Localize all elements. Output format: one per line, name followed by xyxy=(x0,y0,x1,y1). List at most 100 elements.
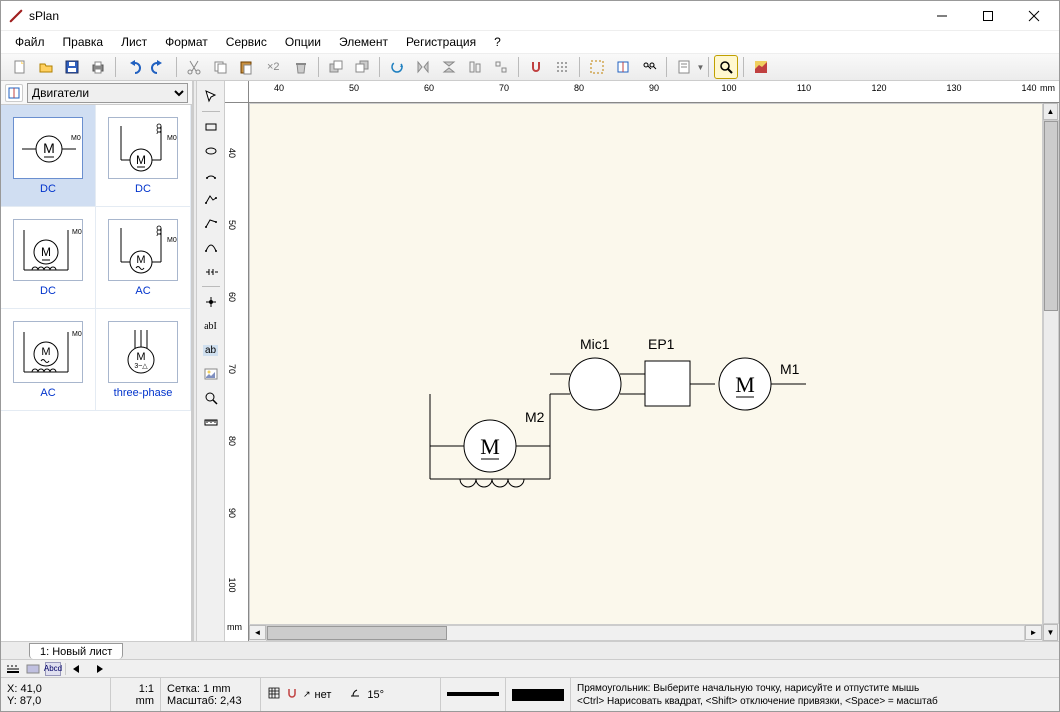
image-tool[interactable] xyxy=(200,363,222,385)
text-style-icon[interactable]: Abcd xyxy=(45,662,61,676)
component-mic1[interactable]: Mic1 xyxy=(550,336,645,410)
new-button[interactable] xyxy=(8,55,32,79)
preview-button[interactable] xyxy=(749,55,773,79)
textbox-tool[interactable]: ab xyxy=(200,339,222,361)
flip-h-button[interactable] xyxy=(411,55,435,79)
arrow-left-icon[interactable] xyxy=(70,662,86,676)
menu-element[interactable]: Элемент xyxy=(331,33,396,51)
coord-x: X: 41,0 xyxy=(7,683,104,695)
sheet-tab-1[interactable]: 1: Новый лист xyxy=(29,643,123,659)
angle-icon[interactable] xyxy=(349,686,363,703)
delete-button[interactable] xyxy=(289,55,313,79)
copy-button[interactable] xyxy=(208,55,232,79)
scroll-right-button[interactable]: ► xyxy=(1025,625,1042,640)
fill-style-icon[interactable] xyxy=(25,662,41,676)
canvas-area: 40 50 60 70 80 90 100 110 120 130 140 mm… xyxy=(225,81,1059,641)
menu-file[interactable]: Файл xyxy=(7,33,53,51)
send-back-button[interactable] xyxy=(350,55,374,79)
scale-unit: mm xyxy=(117,695,154,707)
component-button[interactable] xyxy=(585,55,609,79)
category-dropdown[interactable]: Двигатели xyxy=(27,83,188,103)
window-title: sPlan xyxy=(29,9,919,23)
component-ep1[interactable]: EP1 xyxy=(645,336,715,406)
grid-icon[interactable] xyxy=(267,686,281,703)
menu-format[interactable]: Формат xyxy=(157,33,216,51)
text-tool[interactable]: abI xyxy=(200,315,222,337)
component-m1[interactable]: M M1 xyxy=(719,358,806,410)
measure-tool[interactable] xyxy=(200,411,222,433)
search-button[interactable] xyxy=(637,55,661,79)
vscroll-track[interactable] xyxy=(1043,120,1059,624)
canvas[interactable]: M M2 Mic1 xyxy=(249,103,1042,641)
open-button[interactable] xyxy=(34,55,58,79)
menu-help[interactable]: ? xyxy=(486,33,509,51)
bezier-tool[interactable] xyxy=(200,236,222,258)
distribute-button[interactable] xyxy=(489,55,513,79)
menu-edit[interactable]: Правка xyxy=(55,33,112,51)
component-item-ac1[interactable]: MM0 AC xyxy=(96,207,191,309)
print-button[interactable] xyxy=(86,55,110,79)
component-item-dc3[interactable]: MM0 DC xyxy=(1,207,96,309)
zoom-button[interactable] xyxy=(714,55,738,79)
component-m2[interactable]: M M2 xyxy=(430,394,550,487)
component-item-ac2[interactable]: MM0 AC xyxy=(1,309,96,411)
menu-sheet[interactable]: Лист xyxy=(113,33,155,51)
node-tool[interactable] xyxy=(200,291,222,313)
svg-text:M2: M2 xyxy=(525,409,545,425)
menubar: Файл Правка Лист Формат Сервис Опции Эле… xyxy=(1,31,1059,53)
magnify-tool[interactable] xyxy=(200,387,222,409)
rotate-button[interactable] xyxy=(385,55,409,79)
close-button[interactable] xyxy=(1011,1,1057,31)
arc-tool[interactable] xyxy=(200,164,222,186)
scroll-down-button[interactable]: ▼ xyxy=(1043,624,1058,641)
svg-text:M: M xyxy=(43,140,55,156)
special-tool[interactable] xyxy=(200,260,222,282)
menu-service[interactable]: Сервис xyxy=(218,33,275,51)
library-icon[interactable] xyxy=(5,84,23,102)
component-label: AC xyxy=(40,387,55,399)
component-item-dc2[interactable]: MM0 DC xyxy=(96,105,191,207)
page-button[interactable] xyxy=(672,55,696,79)
select-tool[interactable] xyxy=(200,85,222,107)
app-icon xyxy=(9,9,23,23)
save-button[interactable] xyxy=(60,55,84,79)
redo-button[interactable] xyxy=(147,55,171,79)
ellipse-tool[interactable] xyxy=(200,140,222,162)
svg-text:M: M xyxy=(41,245,51,259)
scale-label: Масштаб: 2,43 xyxy=(167,695,254,707)
svg-text:M: M xyxy=(735,372,755,397)
duplicate-button[interactable]: ×2 xyxy=(260,55,287,79)
bring-front-button[interactable] xyxy=(324,55,348,79)
undo-button[interactable] xyxy=(121,55,145,79)
vscroll-thumb[interactable] xyxy=(1044,121,1058,311)
scroll-left-button[interactable]: ◄ xyxy=(249,625,266,640)
rect-tool[interactable] xyxy=(200,116,222,138)
component-item-3phase[interactable]: M3~△ three-phase xyxy=(96,309,191,411)
maximize-button[interactable] xyxy=(965,1,1011,31)
grid-button[interactable] xyxy=(550,55,574,79)
menu-options[interactable]: Опции xyxy=(277,33,329,51)
library-button[interactable] xyxy=(611,55,635,79)
align-button[interactable] xyxy=(463,55,487,79)
hscroll-thumb[interactable] xyxy=(267,626,447,640)
coord-y: Y: 87,0 xyxy=(7,695,104,707)
snap-icon[interactable] xyxy=(285,686,299,703)
snap-text-icon[interactable]: ↗ xyxy=(303,689,311,700)
line-style-icon[interactable] xyxy=(5,662,21,676)
grid-label: Сетка: 1 mm xyxy=(167,683,254,695)
snap-button[interactable] xyxy=(524,55,548,79)
ruler-vertical: 40 50 60 70 80 90 100 mm xyxy=(225,103,249,641)
line-tool[interactable] xyxy=(200,212,222,234)
minimize-button[interactable] xyxy=(919,1,965,31)
svg-text:M: M xyxy=(136,153,146,167)
cut-button[interactable] xyxy=(182,55,206,79)
component-item-dc1[interactable]: MM0 DC xyxy=(1,105,96,207)
scroll-up-button[interactable]: ▲ xyxy=(1043,103,1058,120)
paste-button[interactable] xyxy=(234,55,258,79)
poly-tool[interactable] xyxy=(200,188,222,210)
component-label: DC xyxy=(40,183,56,195)
menu-registration[interactable]: Регистрация xyxy=(398,33,484,51)
arrow-right-icon[interactable] xyxy=(90,662,106,676)
hscroll-track[interactable] xyxy=(266,625,1025,641)
flip-v-button[interactable] xyxy=(437,55,461,79)
